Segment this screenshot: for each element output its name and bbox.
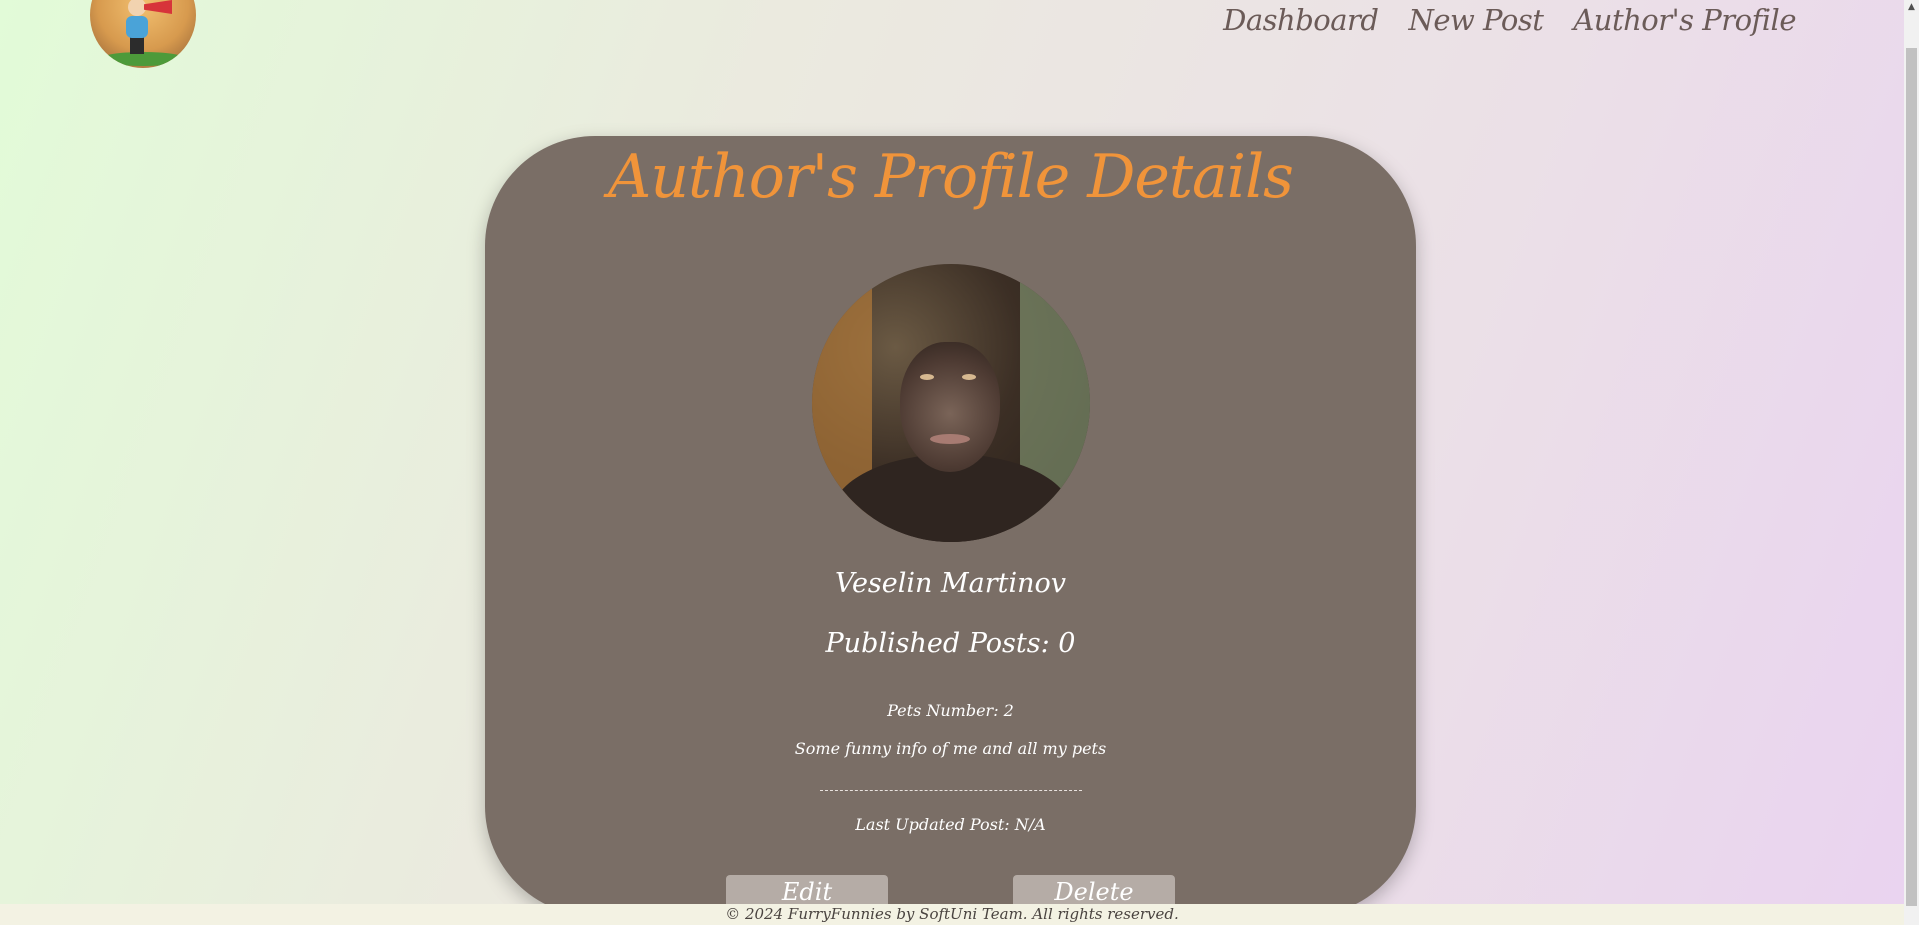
author-name: Veselin Martinov: [834, 568, 1067, 599]
pets-number: Pets Number: 2: [887, 701, 1014, 720]
avatar-mouth: [930, 434, 970, 444]
last-updated-post: Last Updated Post: N/A: [855, 815, 1046, 834]
page-title: Author's Profile Details: [608, 142, 1294, 212]
nav-authors-profile-link[interactable]: Author's Profile: [1573, 0, 1796, 40]
scrollbar-thumb[interactable]: [1906, 48, 1917, 906]
arrow-up-icon[interactable]: ▲: [1904, 0, 1919, 14]
author-avatar: [812, 264, 1090, 542]
dashed-divider: [820, 790, 1082, 791]
author-bio: Some funny info of me and all my pets: [794, 739, 1107, 758]
megaphone-icon: [144, 0, 172, 14]
vertical-scrollbar[interactable]: ▲: [1904, 0, 1919, 925]
logo-kid-body: [126, 16, 148, 38]
logo-grass: [100, 52, 186, 66]
main-nav: Dashboard New Post Author's Profile: [1223, 0, 1796, 40]
logo-kid-legs: [130, 36, 144, 54]
avatar-right-eye: [962, 374, 976, 380]
logo-kid-head: [128, 0, 146, 16]
nav-new-post-link[interactable]: New Post: [1408, 0, 1543, 40]
avatar-left-eye: [920, 374, 934, 380]
page-footer: © 2024 FurryFunnies by SoftUni Team. All…: [0, 904, 1904, 925]
profile-card: Author's Profile Details Veselin Martino…: [485, 136, 1416, 916]
published-posts-count: Published Posts: 0: [825, 628, 1076, 659]
nav-dashboard-link[interactable]: Dashboard: [1223, 0, 1379, 40]
avatar-face: [900, 342, 1000, 472]
site-logo[interactable]: [90, 0, 196, 68]
